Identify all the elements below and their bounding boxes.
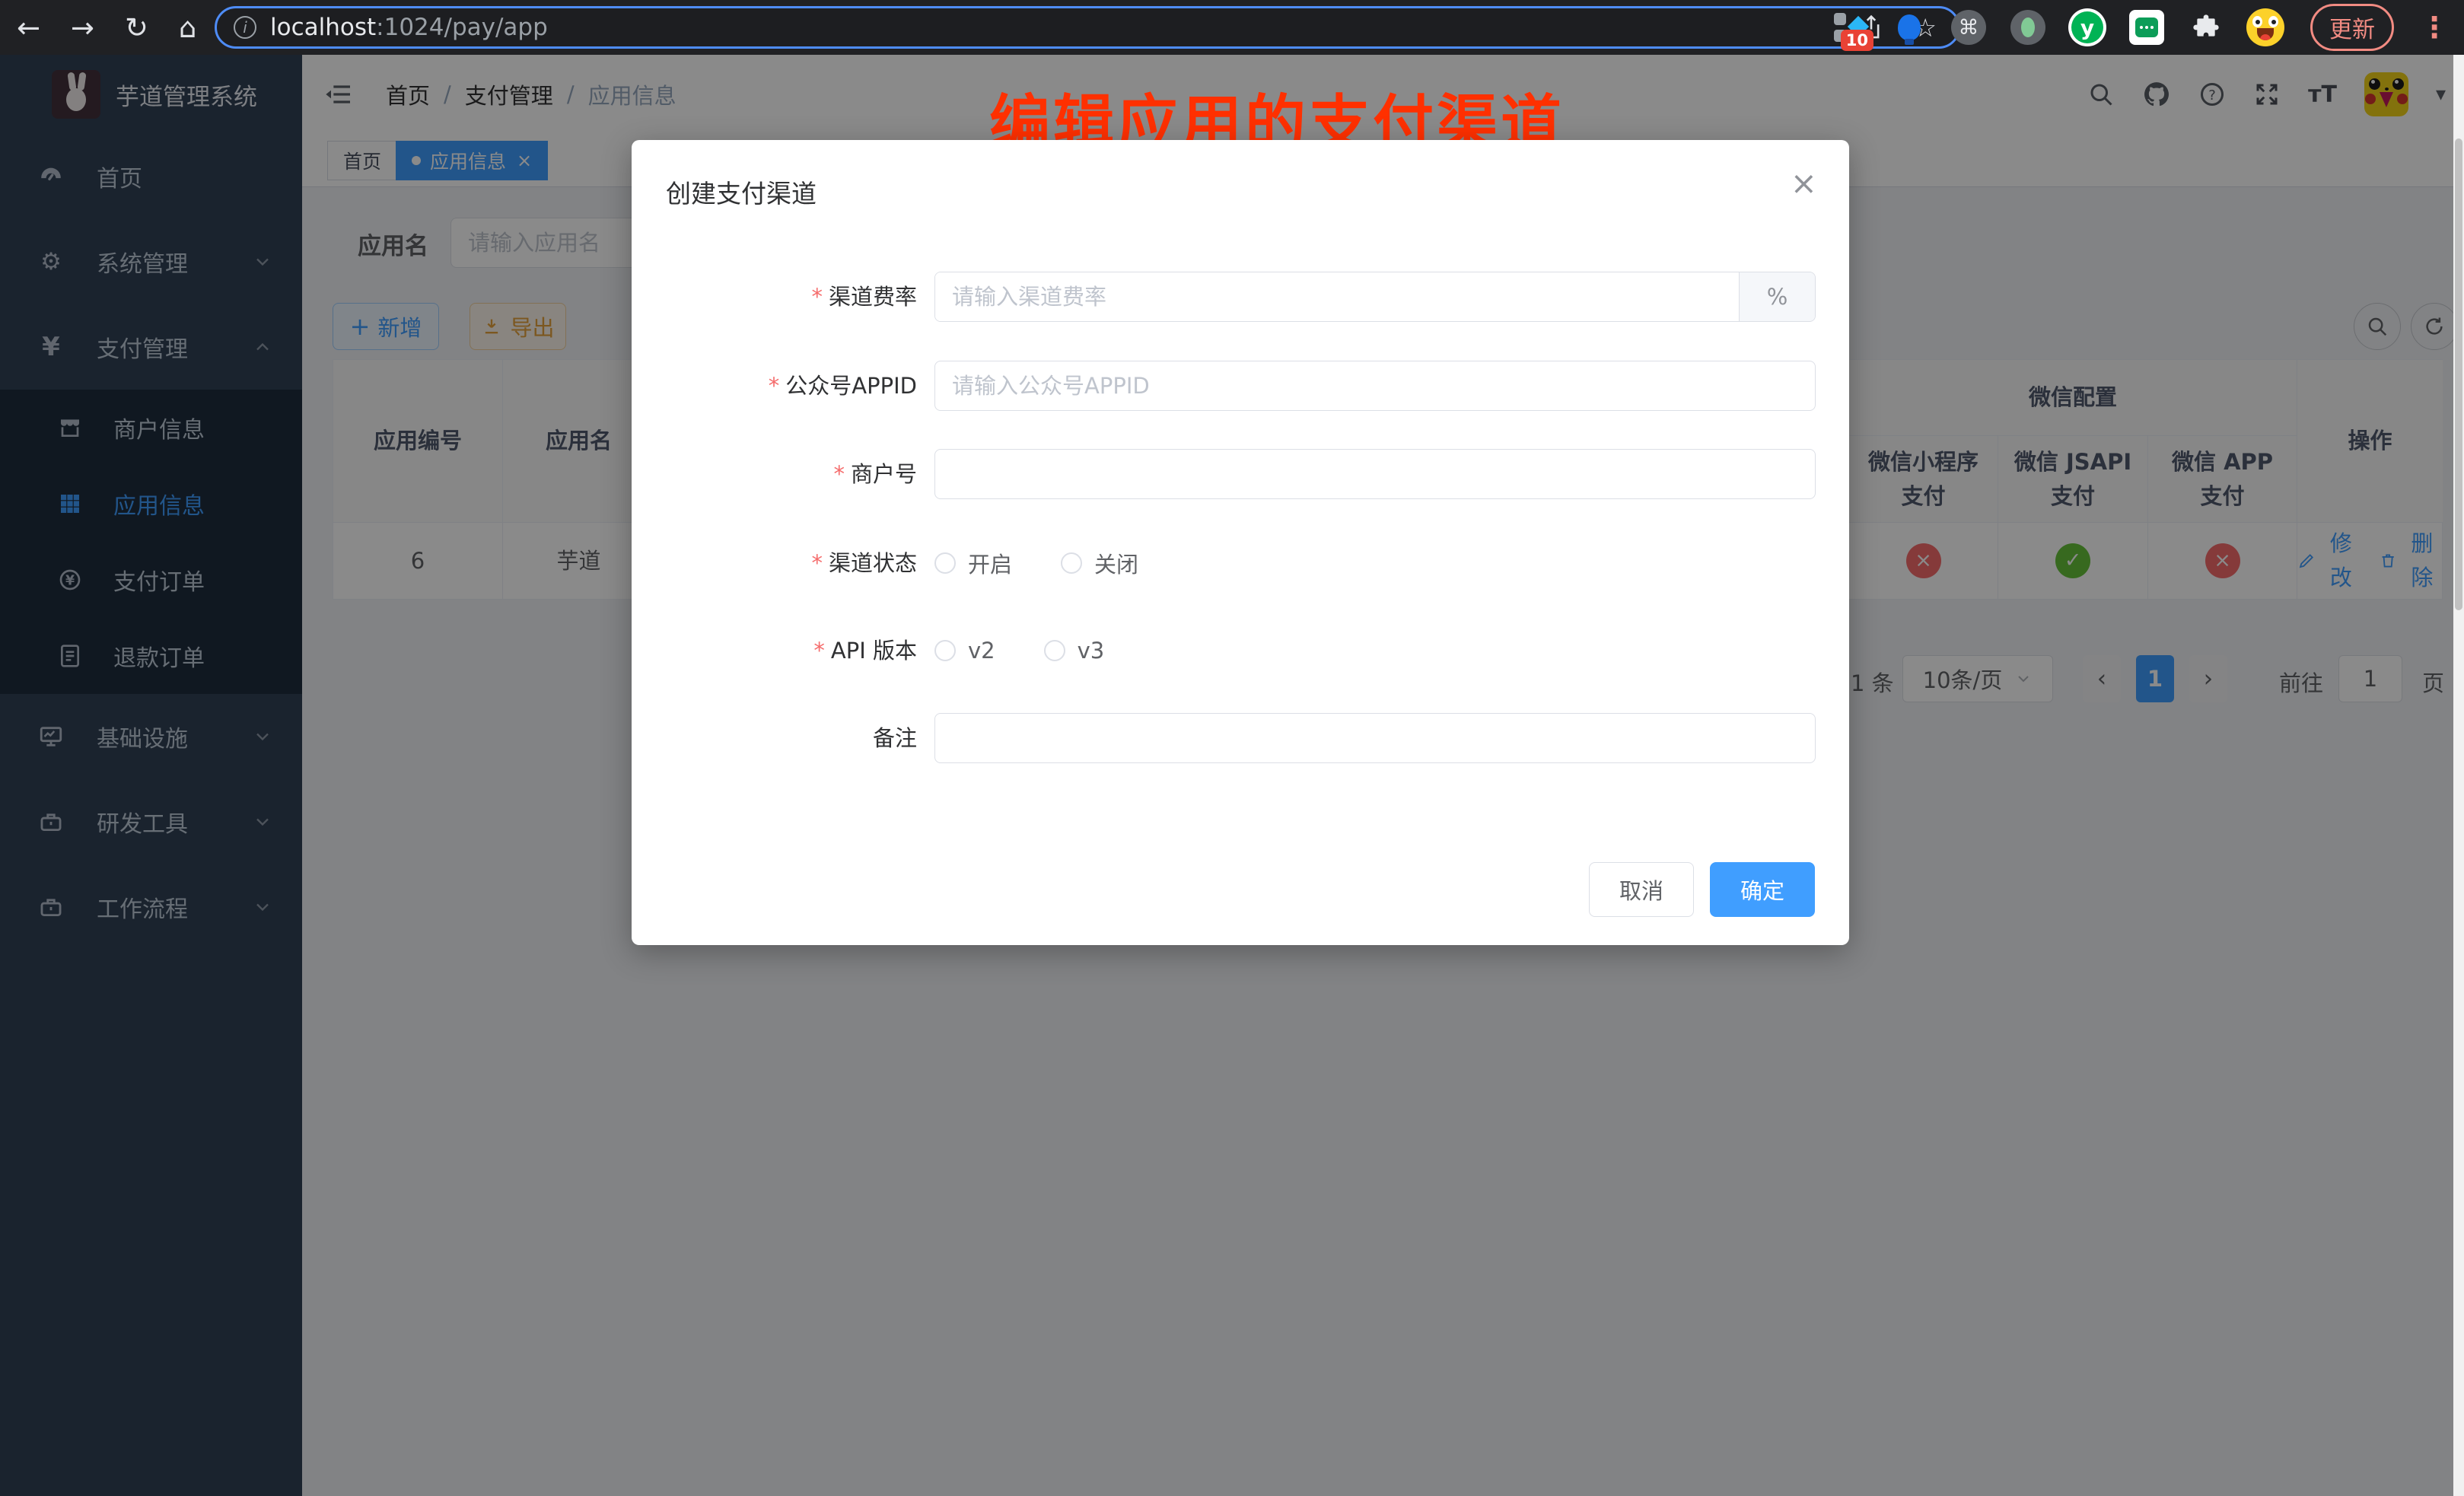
back-icon[interactable]: ←: [17, 14, 40, 42]
close-icon[interactable]: ×: [1791, 167, 1817, 199]
screen: ← → ↻ ⌂ i localhost:1024/pay/app ☆ 10: [0, 0, 2464, 1496]
page-scrollbar[interactable]: [2453, 55, 2464, 1496]
extensions-puzzle-icon[interactable]: [2187, 8, 2225, 46]
merchant-input[interactable]: [934, 449, 1816, 499]
radio-icon: [1061, 552, 1082, 574]
url-bar[interactable]: i localhost:1024/pay/app ☆: [215, 6, 1960, 49]
radio-icon: [1044, 640, 1065, 661]
field-status: *渠道状态 开启 关闭: [632, 538, 1849, 588]
extension-status-dot-icon[interactable]: [2009, 8, 2047, 46]
api-v3-radio[interactable]: v3: [1044, 638, 1105, 664]
profile-emoji-icon[interactable]: [2246, 8, 2284, 46]
info-icon[interactable]: i: [234, 16, 256, 39]
status-label: 渠道状态: [829, 550, 917, 576]
api-version-label: API 版本: [831, 638, 917, 664]
rate-input[interactable]: [935, 272, 1739, 321]
remark-label: 备注: [873, 725, 917, 751]
field-rate: *渠道费率 %: [632, 272, 1849, 322]
cancel-button[interactable]: 取消: [1589, 862, 1694, 917]
appid-label: 公众号APPID: [785, 373, 917, 399]
browser-menu-icon[interactable]: ⋮: [2415, 11, 2453, 44]
status-open-radio[interactable]: 开启: [934, 547, 1012, 579]
field-appid: *公众号APPID: [632, 361, 1849, 411]
browser-toolbar: ← → ↻ ⌂ i localhost:1024/pay/app ☆ 10: [0, 0, 2464, 55]
appid-input[interactable]: [934, 361, 1816, 411]
extension-command-icon[interactable]: ⌘: [1950, 8, 1988, 46]
extension-y-icon[interactable]: y: [2068, 8, 2106, 46]
extension-badge: 10: [1841, 30, 1873, 51]
merchant-label: 商户号: [851, 461, 917, 487]
field-merchant: *商户号: [632, 449, 1849, 499]
confirm-button[interactable]: 确定: [1710, 862, 1815, 917]
extension-blue-diamond-icon[interactable]: 10: [1831, 8, 1869, 46]
extension-chat-icon[interactable]: [2128, 8, 2166, 46]
dialog-title: 创建支付渠道: [666, 173, 817, 210]
radio-icon: [934, 640, 956, 661]
browser-update-button[interactable]: 更新: [2310, 4, 2394, 51]
reload-icon[interactable]: ↻: [125, 14, 148, 42]
percent-suffix: %: [1739, 272, 1815, 321]
home-icon[interactable]: ⌂: [179, 14, 197, 42]
radio-icon: [934, 552, 956, 574]
create-payment-channel-dialog: 创建支付渠道 × *渠道费率 % *公众号APPID *商户号: [632, 140, 1849, 945]
url-host: localhost: [270, 14, 376, 41]
api-v2-radio[interactable]: v2: [934, 638, 995, 664]
status-closed-radio[interactable]: 关闭: [1061, 547, 1138, 579]
extension-balloon-icon[interactable]: [1890, 8, 1928, 46]
field-remark: 备注: [632, 713, 1849, 763]
url-path: :1024/pay/app: [376, 14, 548, 41]
rate-input-group: %: [934, 272, 1816, 322]
scrollbar-thumb[interactable]: [2455, 138, 2462, 610]
forward-icon[interactable]: →: [71, 14, 94, 42]
rate-label: 渠道费率: [829, 284, 917, 310]
field-api-version: *API 版本 v2 v3: [632, 625, 1849, 676]
remark-input[interactable]: [934, 713, 1816, 763]
